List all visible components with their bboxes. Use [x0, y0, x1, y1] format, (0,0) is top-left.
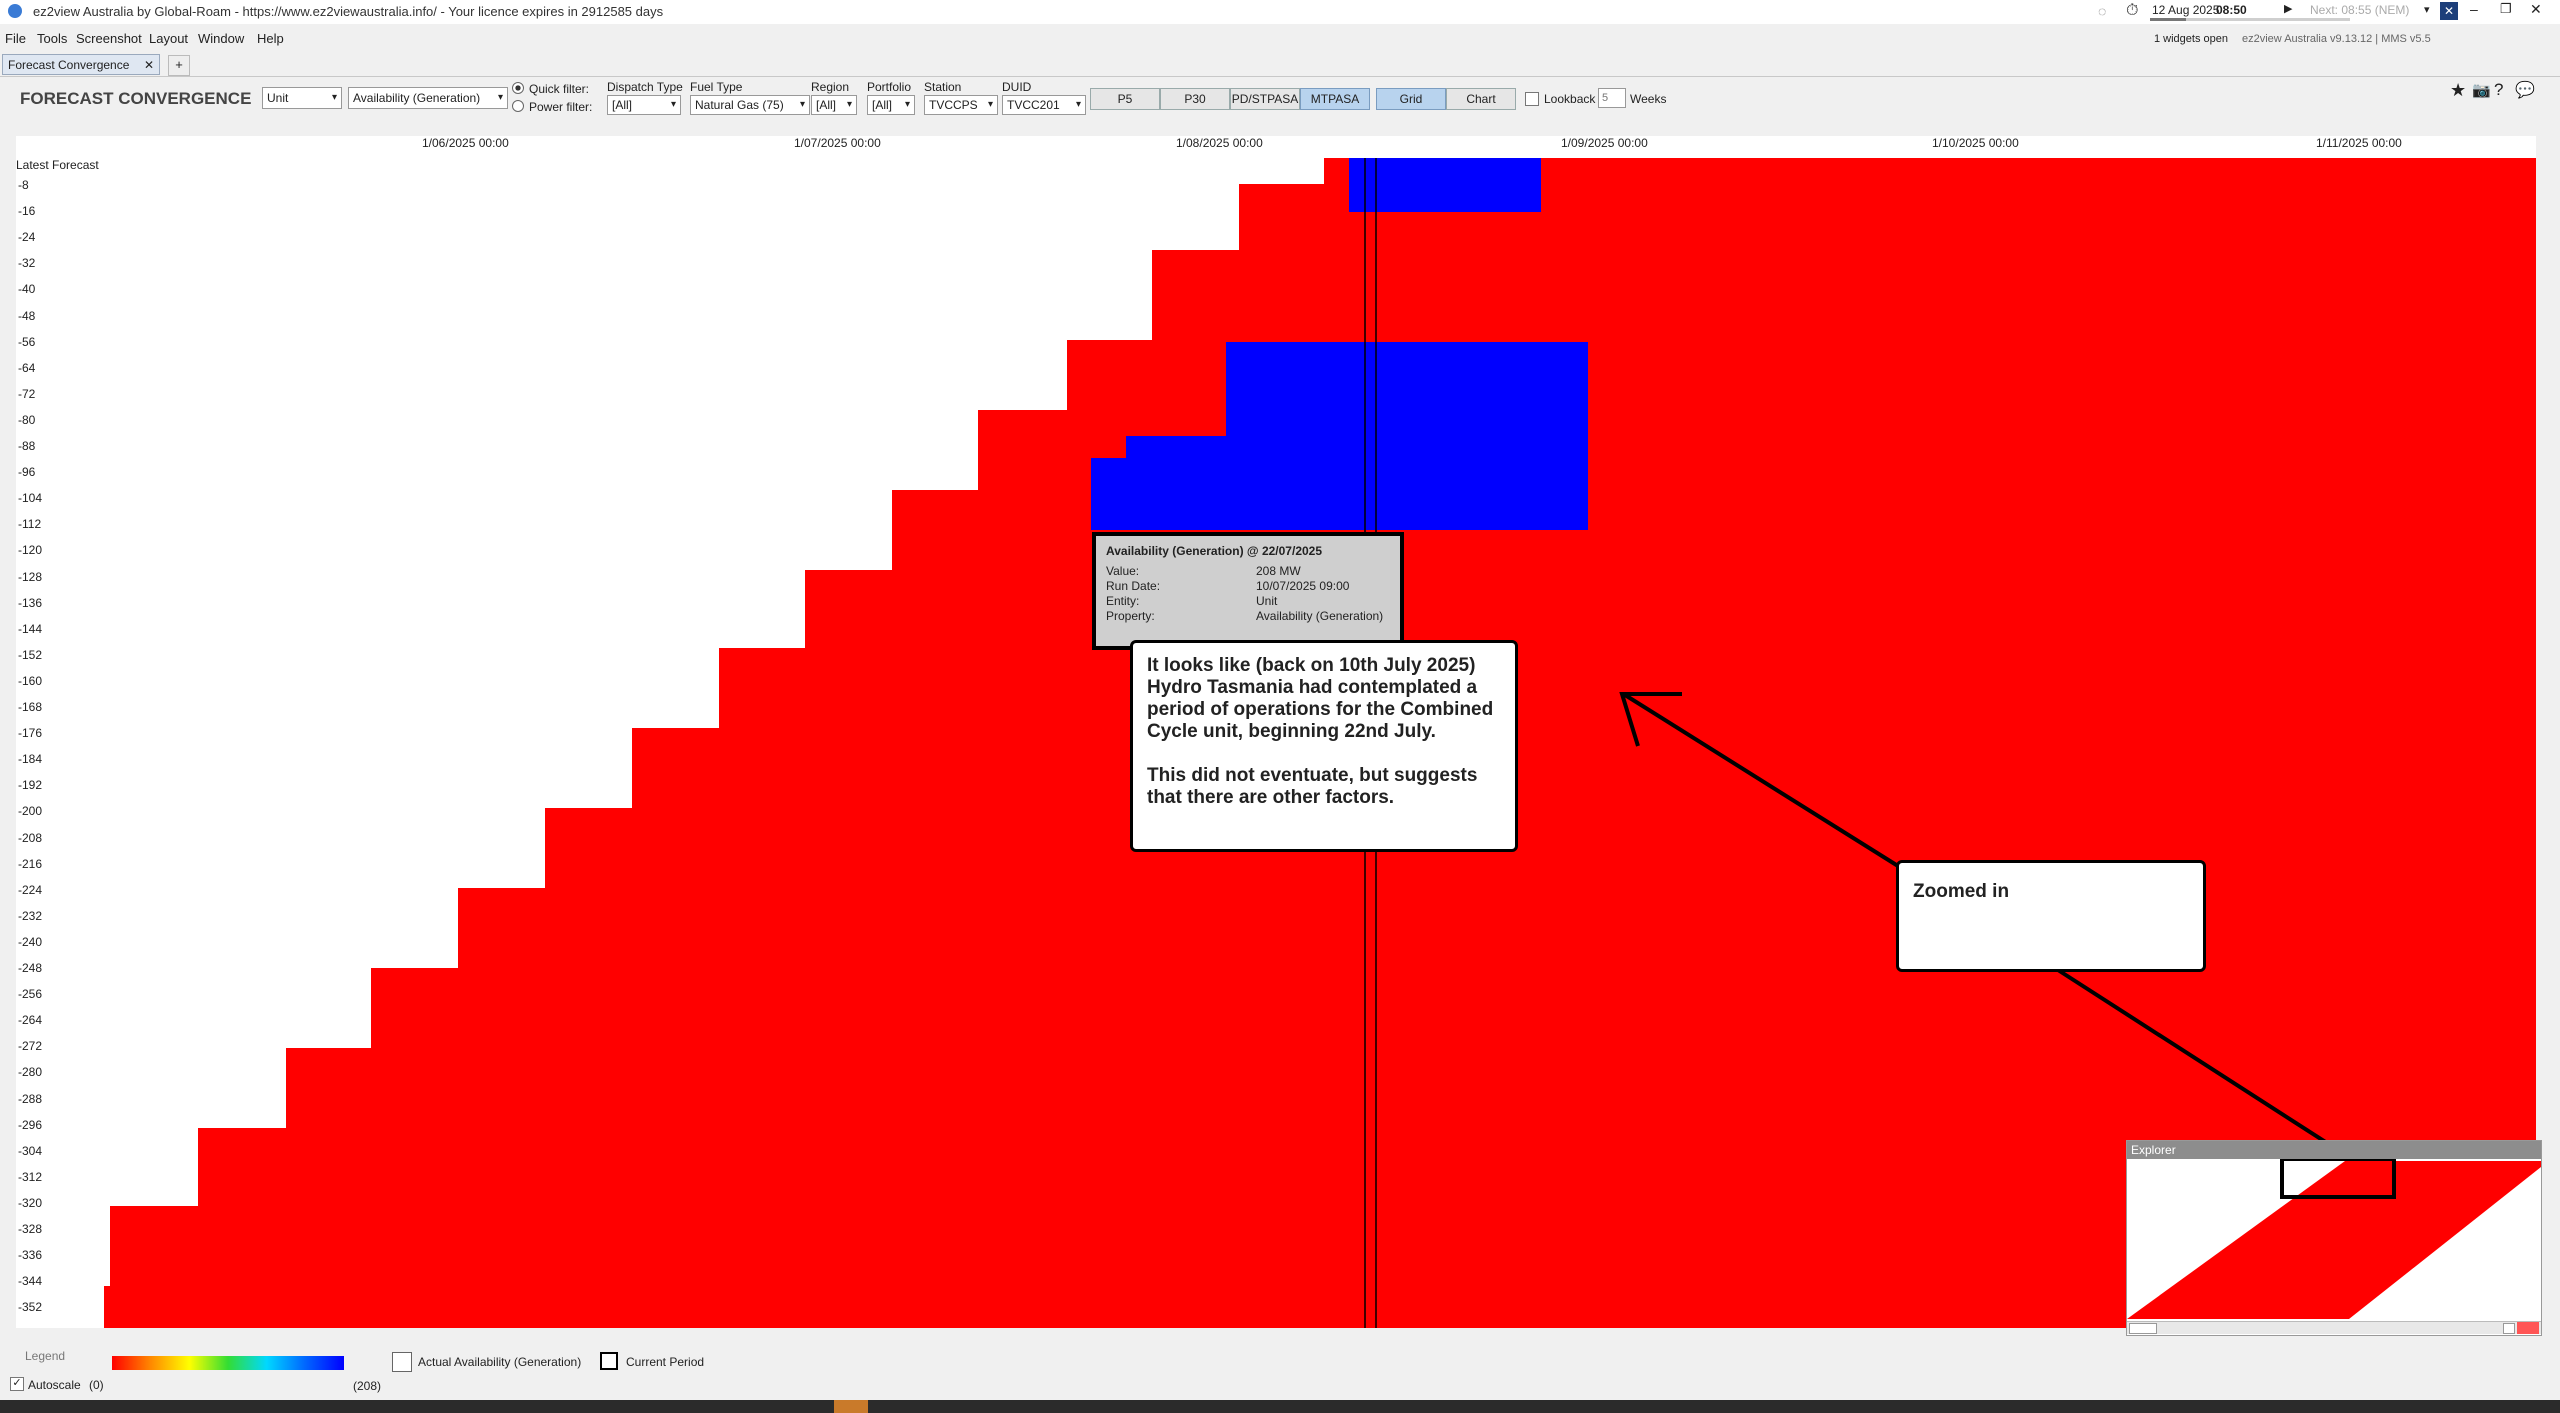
zoom-callout: Zoomed in	[1896, 860, 2206, 972]
legend-bar: Legend (208) Actual Availability (Genera…	[0, 1336, 2560, 1402]
scroll-handle-left[interactable]	[2129, 1323, 2157, 1334]
minimap-band	[2127, 1161, 2541, 1319]
tooltip-value: 208 MW	[1256, 564, 1301, 578]
tooltip-title: Availability (Generation) @ 22/07/2025	[1106, 544, 1323, 558]
tooltip-value: Unit	[1256, 594, 1278, 608]
zoom-arrow-line	[2056, 968, 2340, 1152]
actual-swatch	[392, 1352, 412, 1372]
tooltip-value: Availability (Generation)	[1256, 609, 1384, 623]
arrow-head	[1619, 692, 1682, 747]
scroll-handle-right[interactable]	[2503, 1323, 2515, 1334]
scroll-end-icon[interactable]	[2517, 1322, 2539, 1334]
legend-max: (208)	[353, 1379, 382, 1393]
legend-min: (0)	[89, 1378, 104, 1392]
autoscale-checkbox[interactable]: ✓	[10, 1377, 24, 1391]
tooltip-key: Value:	[1106, 564, 1140, 578]
tooltip: Availability (Generation) @ 22/07/2025 V…	[1092, 532, 1404, 650]
explorer-minimap[interactable]	[2127, 1159, 2541, 1319]
tooltip-key: Property:	[1106, 609, 1155, 623]
callout-text: Zoomed in	[1913, 881, 2010, 902]
tooltip-key: Run Date:	[1106, 579, 1161, 593]
tooltip-key: Entity:	[1106, 594, 1140, 608]
callout-text: This did not eventuate, but suggests tha…	[1147, 765, 1478, 808]
taskbar	[0, 1400, 2560, 1413]
actual-label: Actual Availability (Generation)	[418, 1355, 582, 1369]
autoscale-label: Autoscale	[28, 1378, 81, 1392]
legend-title: Legend	[25, 1349, 66, 1363]
explorer-title: Explorer	[2127, 1141, 2541, 1159]
arrow-line	[1623, 693, 1900, 868]
explorer-scrollbar[interactable]	[2127, 1321, 2541, 1334]
current-period-swatch	[600, 1352, 618, 1370]
annotation-callout: It looks like (back on 10th July 2025) H…	[1130, 640, 1518, 852]
taskbar-app-icon[interactable]	[834, 1400, 868, 1413]
explorer-panel[interactable]: Explorer	[2126, 1140, 2542, 1336]
legend-gradient	[112, 1356, 344, 1370]
callout-text: It looks like (back on 10th July 2025) H…	[1147, 655, 1494, 742]
current-label: Current Period	[626, 1355, 705, 1369]
tooltip-value: 10/07/2025 09:00	[1256, 579, 1350, 593]
